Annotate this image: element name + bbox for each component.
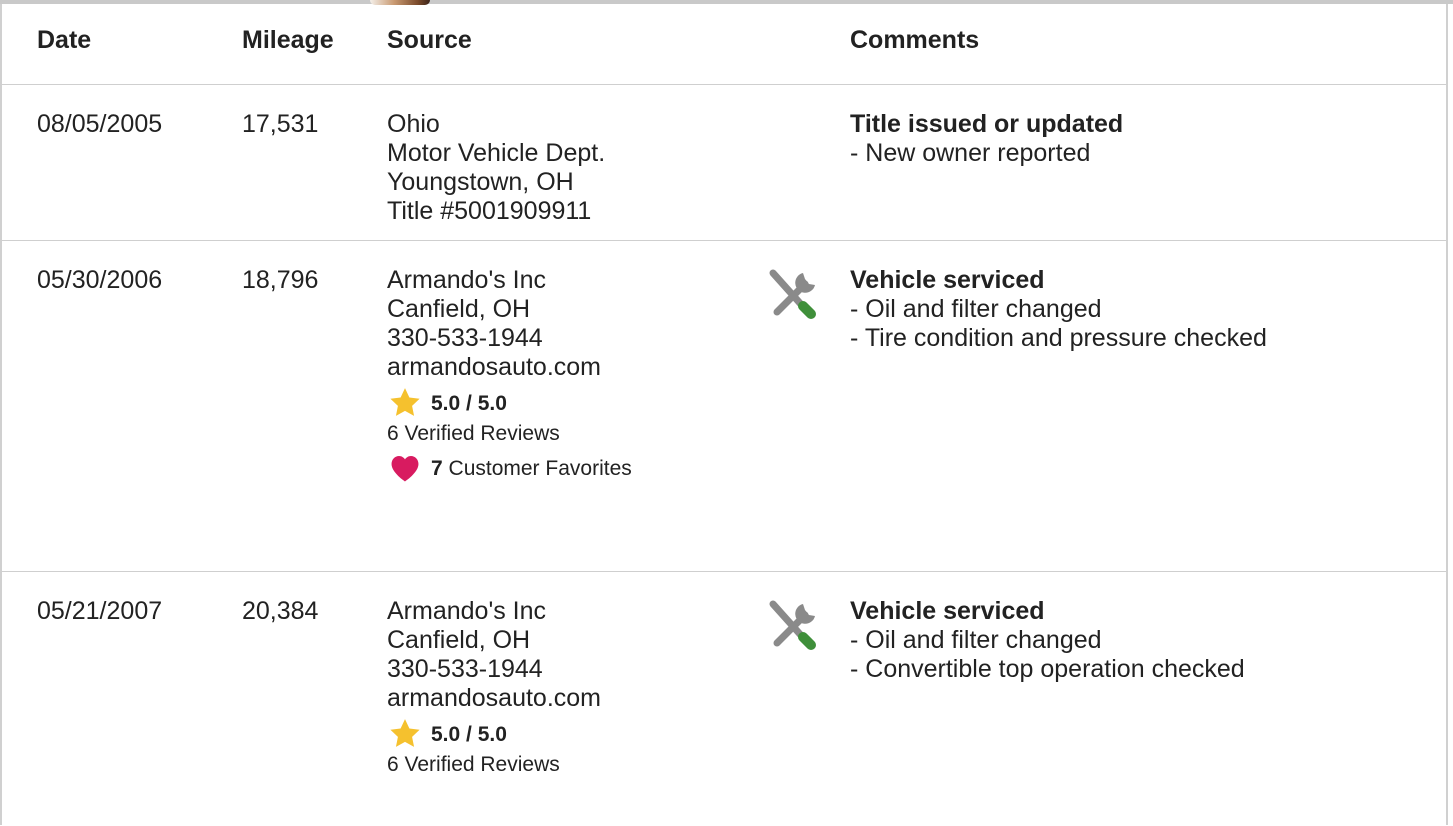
- source-website-link[interactable]: armandosauto.com: [387, 353, 632, 382]
- record-comments: Vehicle serviced - Oil and filter change…: [850, 266, 1267, 353]
- column-header-date: Date: [37, 26, 92, 54]
- source-line: Ohio: [387, 110, 440, 138]
- record-comments: Title issued or updated - New owner repo…: [850, 110, 1123, 168]
- record-comments: Vehicle serviced - Oil and filter change…: [850, 597, 1245, 684]
- source-line: Youngstown, OH: [387, 168, 574, 196]
- star-icon: [390, 719, 420, 747]
- record-mileage: 18,796: [242, 266, 319, 294]
- source-line: Canfield, OH: [387, 295, 531, 323]
- table-row: 05/21/2007 20,384 Armando's Inc Canfield…: [2, 572, 1446, 826]
- record-source: Armando's Inc Canfield, OH 330-533-1944 …: [387, 597, 601, 778]
- rating-value: 5.0 / 5.0: [431, 722, 507, 746]
- record-source: Ohio Motor Vehicle Dept. Youngstown, OH …: [387, 110, 605, 226]
- star-icon: [390, 388, 420, 416]
- favorites-label: Customer Favorites: [448, 456, 632, 480]
- column-header-comments: Comments: [850, 26, 980, 54]
- table-header: Date Mileage Source Comments: [2, 4, 1446, 85]
- favorites-count: 7: [431, 456, 443, 480]
- source-line: Canfield, OH: [387, 626, 531, 654]
- record-date: 08/05/2005: [37, 110, 163, 138]
- record-date: 05/21/2007: [37, 597, 163, 625]
- comment-item: - Oil and filter changed: [850, 295, 1102, 323]
- reviews-count: 6 Verified Reviews: [387, 422, 560, 445]
- source-line: Title #5001909911: [387, 197, 592, 225]
- source-name-link[interactable]: Armando's Inc: [387, 266, 632, 295]
- comment-item: - Tire condition and pressure checked: [850, 324, 1267, 352]
- record-source: Armando's Inc Canfield, OH 330-533-1944 …: [387, 266, 632, 485]
- heart-icon: [391, 455, 419, 482]
- comment-item: - Convertible top operation checked: [850, 655, 1245, 683]
- comment-title: Vehicle serviced: [850, 266, 1045, 294]
- reviews-link[interactable]: 6 Verified Reviews: [387, 751, 601, 778]
- rating-value: 5.0 / 5.0: [431, 391, 507, 415]
- comment-item: - New owner reported: [850, 139, 1091, 167]
- record-mileage: 17,531: [242, 110, 319, 138]
- favorites-row: 7 Customer Favorites: [387, 451, 632, 485]
- reviews-count: 6 Verified Reviews: [387, 753, 560, 776]
- table-row: 05/30/2006 18,796 Armando's Inc Canfield…: [2, 241, 1446, 572]
- reviews-link[interactable]: 6 Verified Reviews: [387, 420, 632, 447]
- source-phone: 330-533-1944: [387, 655, 543, 683]
- service-tools-icon: [769, 269, 816, 319]
- rating-row[interactable]: 5.0 / 5.0: [387, 717, 601, 751]
- comment-item: - Oil and filter changed: [850, 626, 1102, 654]
- source-name-link[interactable]: Armando's Inc: [387, 597, 601, 626]
- comment-title: Vehicle serviced: [850, 597, 1045, 625]
- table-row: 08/05/2005 17,531 Ohio Motor Vehicle Dep…: [2, 85, 1446, 241]
- comment-title: Title issued or updated: [850, 110, 1124, 138]
- record-date: 05/30/2006: [37, 266, 163, 294]
- vehicle-history-table: Date Mileage Source Comments 08/05/2005 …: [0, 4, 1448, 825]
- record-mileage: 20,384: [242, 597, 319, 625]
- source-line: Motor Vehicle Dept.: [387, 139, 606, 167]
- rating-row[interactable]: 5.0 / 5.0: [387, 386, 632, 420]
- source-website-link[interactable]: armandosauto.com: [387, 684, 601, 713]
- column-header-mileage: Mileage: [242, 26, 334, 54]
- source-phone: 330-533-1944: [387, 324, 543, 352]
- service-tools-icon: [769, 600, 816, 650]
- column-header-source: Source: [387, 26, 472, 54]
